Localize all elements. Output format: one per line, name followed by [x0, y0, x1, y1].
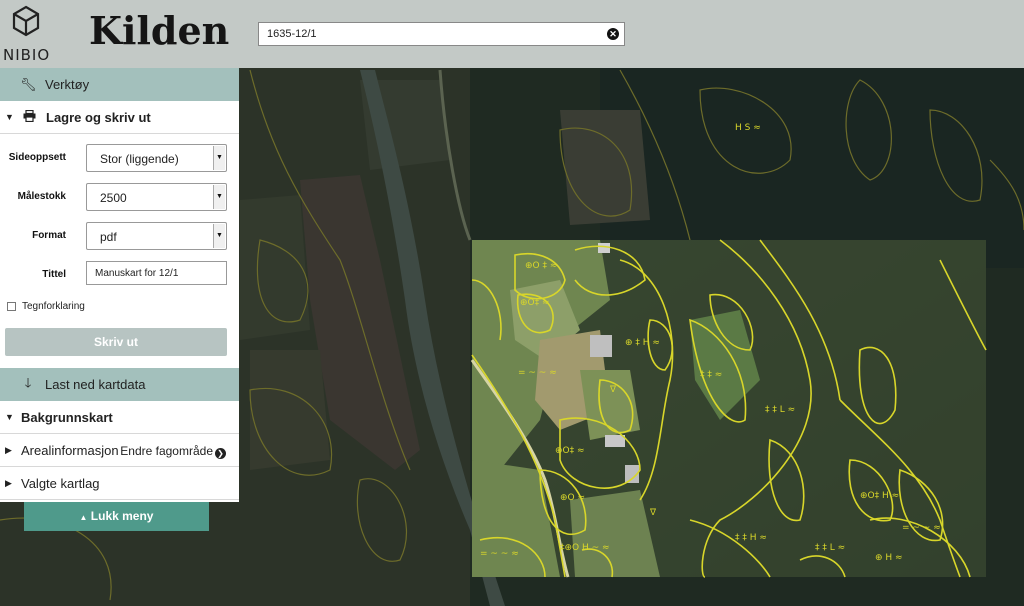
tools-label: Verktøy — [45, 77, 90, 92]
area-info-header[interactable]: ▶ Arealinformasjon Endre fagområde ❯ — [0, 434, 239, 467]
format-value: pdf — [100, 230, 117, 244]
tools-header[interactable]: 🔧︎ Verktøy — [0, 68, 239, 101]
svg-text:‡ ‡ L ≈: ‡ ‡ L ≈ — [765, 405, 795, 415]
caret-up-icon: ▲ — [79, 513, 88, 522]
title-row: Tittel — [0, 257, 239, 296]
svg-text:= ~ ~ ≈: = ~ ~ ≈ — [902, 523, 941, 533]
svg-text:‡⊕O H ~ ≈: ‡⊕O H ~ ≈ — [560, 543, 610, 553]
scale-value: 2500 — [100, 191, 127, 205]
search-input[interactable] — [259, 23, 599, 45]
svg-text:⊕O ‡ ≈: ⊕O ‡ ≈ — [525, 261, 557, 271]
search-box[interactable]: ✕ — [258, 22, 625, 46]
page-setup-label: Sideoppsett — [8, 152, 66, 163]
dropdown-arrow-icon: ▼ — [213, 185, 225, 209]
page-setup-select[interactable]: Stor (liggende) ▼ — [86, 144, 227, 172]
svg-text:= ~ ~ ≈: = ~ ~ ≈ — [518, 368, 557, 378]
svg-text:⊕O ≈: ⊕O ≈ — [560, 493, 585, 503]
selected-layers-label: Valgte kartlag — [21, 475, 100, 491]
download-arrow-icon: 🡓︎ — [24, 374, 32, 390]
area-info-label: Arealinformasjon — [21, 442, 119, 458]
close-menu-label: Lukk meny — [90, 509, 154, 523]
legend-label: Tegnforklaring — [22, 301, 85, 312]
scale-select[interactable]: 2500 ▼ — [86, 183, 227, 211]
svg-text:⊕ H ≈: ⊕ H ≈ — [875, 553, 903, 563]
title-label: Tittel — [42, 269, 66, 280]
svg-text:‡ ‡ H ≈: ‡ ‡ H ≈ — [735, 533, 767, 543]
svg-text:⊕O‡ H ≈: ⊕O‡ H ≈ — [860, 491, 899, 501]
svg-text:‡ ‡ ≈: ‡ ‡ ≈ — [700, 370, 722, 380]
page-setup-row: Sideoppsett Stor (liggende) ▼ — [0, 140, 239, 179]
svg-text:= ~ ~ ≈: = ~ ~ ≈ — [480, 549, 519, 559]
svg-text:H S ≈: H S ≈ — [735, 123, 761, 133]
background-map-label: Bakgrunnskart — [21, 409, 113, 425]
format-select[interactable]: pdf ▼ — [86, 222, 227, 250]
print-section-label: Lagre og skriv ut — [46, 109, 151, 125]
change-field-label: Endre fagområde — [120, 444, 213, 458]
scale-row: Målestokk 2500 ▼ — [0, 179, 239, 218]
wrench-icon: 🔧︎ — [20, 76, 37, 92]
caret-down-icon: ▼ — [5, 112, 14, 122]
caret-right-icon: ▶ — [5, 477, 12, 488]
print-button[interactable]: Skriv ut — [5, 328, 227, 356]
caret-down-icon: ▼ — [5, 412, 14, 422]
svg-text:⊕ ‡ H ≈: ⊕ ‡ H ≈ — [625, 338, 660, 348]
nibio-logo[interactable]: NIBIO — [0, 0, 52, 68]
chevron-right-circle-icon: ❯ — [215, 448, 226, 459]
dropdown-arrow-icon: ▼ — [213, 224, 225, 248]
change-field-link[interactable]: Endre fagområde ❯ — [120, 444, 226, 459]
scale-label: Målestokk — [17, 191, 66, 202]
legend-checkbox[interactable] — [7, 302, 16, 311]
selected-layers-header[interactable]: ▶ Valgte kartlag — [0, 467, 239, 500]
download-label: Last ned kartdata — [45, 377, 146, 392]
download-header[interactable]: 🡓︎ Last ned kartdata — [0, 368, 239, 401]
title-input[interactable] — [86, 261, 227, 285]
print-section-header[interactable]: ▼ Lagre og skriv ut — [0, 101, 239, 134]
legend-row: Tegnforklaring — [0, 296, 239, 321]
caret-right-icon: ▶ — [5, 444, 12, 455]
format-label: Format — [32, 230, 66, 241]
app-header: NIBIO Kilden ✕ — [0, 0, 1024, 68]
svg-text:∇: ∇ — [649, 508, 657, 518]
svg-text:⊕O‡ ≈: ⊕O‡ ≈ — [555, 446, 585, 456]
side-panel: 🔧︎ Verktøy ▼ Lagre og skriv ut Sideoppse… — [0, 68, 239, 502]
format-row: Format pdf ▼ — [0, 218, 239, 257]
logo-text: NIBIO — [3, 46, 51, 64]
close-menu-button[interactable]: ▲ Lukk meny — [24, 502, 209, 531]
cube-logo-icon — [12, 5, 40, 37]
background-map-header[interactable]: ▼ Bakgrunnskart — [0, 401, 239, 434]
dropdown-arrow-icon: ▼ — [213, 146, 225, 170]
page-setup-value: Stor (liggende) — [100, 152, 179, 166]
svg-text:‡ ‡ L ≈: ‡ ‡ L ≈ — [815, 543, 845, 553]
app-title: Kilden — [89, 8, 230, 53]
svg-text:⊕O‡ ≈: ⊕O‡ ≈ — [520, 298, 550, 308]
clear-search-icon[interactable]: ✕ — [607, 28, 619, 40]
svg-text:∇: ∇ — [609, 385, 617, 395]
printer-icon — [21, 109, 37, 125]
